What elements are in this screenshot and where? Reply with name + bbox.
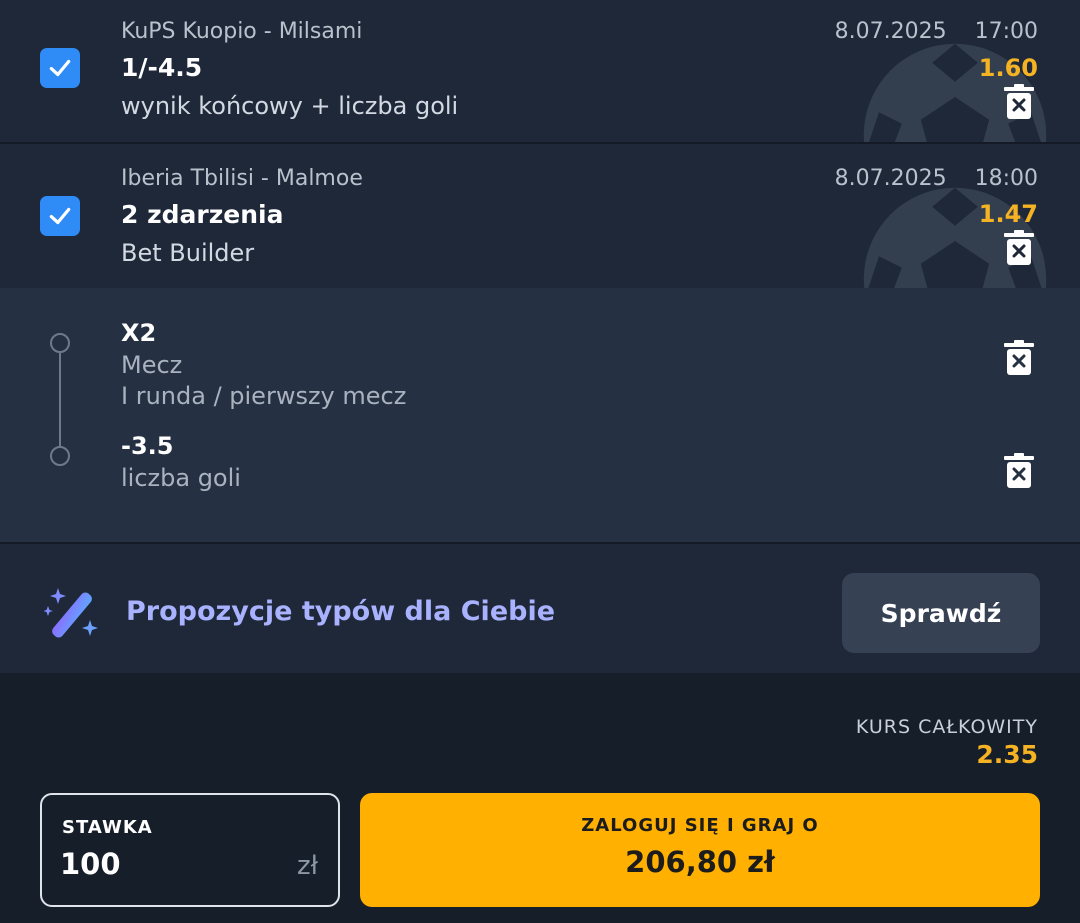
bet-teams: KuPS Kuopio - Milsami: [121, 19, 363, 44]
checkmark-icon: [49, 59, 71, 77]
total-odds-label: KURS CAŁKOWITY: [855, 716, 1038, 738]
bet-date: 8.07.2025: [834, 19, 947, 44]
magic-wand-icon: [44, 588, 98, 638]
bet-pick: 2 zdarzenia: [121, 200, 284, 229]
bet-checkbox[interactable]: [40, 48, 80, 88]
stake-currency: zł: [296, 851, 318, 881]
bet-pick: 1/-4.5: [121, 53, 203, 82]
checkmark-icon: [49, 207, 71, 225]
check-suggestions-button[interactable]: Sprawdź: [842, 573, 1040, 653]
suggestions-text[interactable]: Propozycje typów dla Ciebie: [126, 596, 555, 627]
leg-pick: X2: [121, 319, 157, 347]
leg-market: Mecz: [121, 351, 183, 379]
stake-field[interactable]: STAWKA zł: [40, 793, 340, 907]
bet-checkbox[interactable]: [40, 196, 80, 236]
bet-time: 17:00: [974, 19, 1038, 44]
leg-pick: -3.5: [121, 432, 174, 460]
timeline-line: [59, 353, 61, 457]
bet-datetime: 8.07.2025 18:00: [835, 166, 1038, 191]
login-and-play-button[interactable]: ZALOGUJ SIĘ I GRAJ O 206,80 zł: [360, 793, 1040, 907]
bet-odds: 1.47: [978, 200, 1038, 228]
bet-datetime: 8.07.2025 17:00: [835, 19, 1038, 44]
bet-builder-legs: [0, 288, 1080, 542]
delete-leg-icon[interactable]: [1004, 453, 1034, 489]
timeline-dot: [50, 333, 70, 353]
play-label: ZALOGUJ SIĘ I GRAJ O: [581, 815, 819, 836]
bet-time: 18:00: [974, 166, 1038, 191]
bet-item: Iberia Tbilisi - Malmoe 2 zdarzenia Bet …: [0, 144, 1080, 288]
timeline-dot: [50, 446, 70, 466]
delete-bet-icon[interactable]: [1004, 84, 1034, 120]
bet-odds: 1.60: [978, 54, 1038, 82]
bet-item: KuPS Kuopio - Milsami 1/-4.5 wynik końco…: [0, 0, 1080, 142]
bet-market: Bet Builder: [121, 239, 255, 267]
bet-teams: Iberia Tbilisi - Malmoe: [121, 166, 363, 191]
stake-label: STAWKA: [62, 817, 153, 838]
bet-market: wynik końcowy + liczba goli: [121, 92, 459, 120]
delete-leg-icon[interactable]: [1004, 340, 1034, 376]
potential-win-amount: 206,80 zł: [625, 845, 775, 879]
stake-input[interactable]: [60, 847, 270, 881]
leg-event: I runda / pierwszy mecz: [121, 382, 407, 410]
bet-date: 8.07.2025: [834, 166, 947, 191]
total-odds-value: 2.35: [976, 740, 1038, 769]
leg-market: liczba goli: [121, 464, 241, 492]
delete-bet-icon[interactable]: [1004, 230, 1034, 266]
